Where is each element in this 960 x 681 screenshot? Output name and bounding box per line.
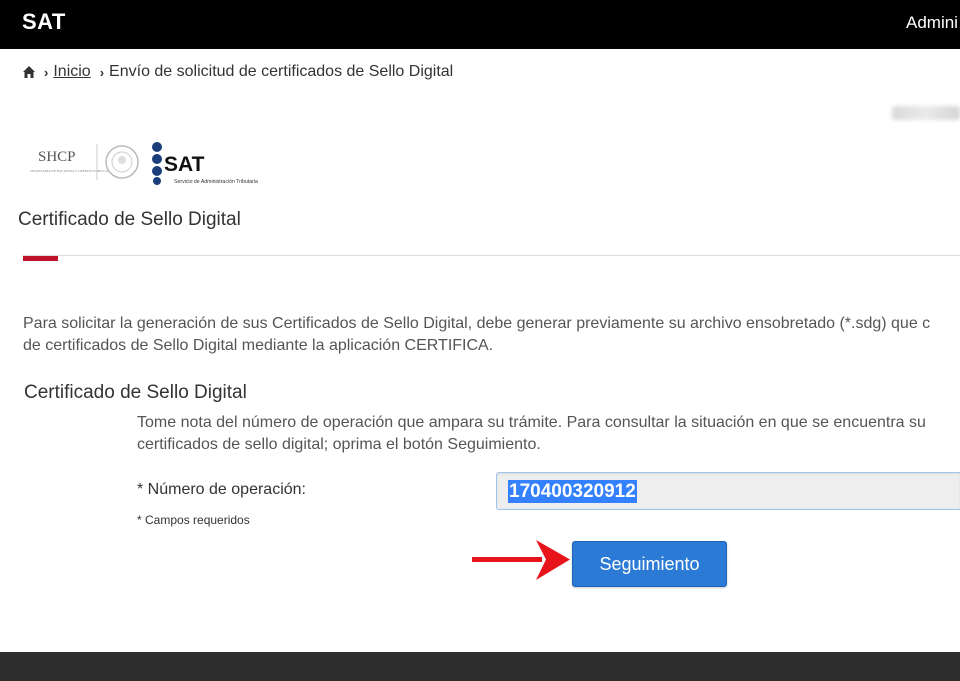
- chevron-right-icon: ›: [44, 64, 49, 80]
- red-arrow-annotation: [472, 540, 570, 580]
- blurred-user-info: [892, 106, 960, 120]
- note-line-1: Tome nota del número de operación que am…: [137, 414, 926, 431]
- note-line-2: certificados de sello digital; oprima el…: [137, 436, 541, 453]
- sat-logo-subtitle: Servicio de Administración Tributaria: [174, 179, 258, 185]
- brand-logo[interactable]: SAT: [22, 9, 66, 35]
- seguimiento-button[interactable]: Seguimiento: [572, 541, 727, 587]
- required-fields-note: * Campos requeridos: [137, 513, 250, 527]
- title-divider: [23, 255, 960, 256]
- page-title: Certificado de Sello Digital: [18, 209, 241, 230]
- breadcrumb-home-link[interactable]: Inicio: [53, 63, 90, 81]
- footer-bar: [0, 652, 960, 681]
- breadcrumb-current: Envío de solicitud de certificados de Se…: [109, 63, 454, 80]
- sat-logo-text: SAT: [164, 153, 205, 176]
- operation-number-label: * Número de operación:: [137, 481, 306, 498]
- home-icon[interactable]: [22, 65, 36, 79]
- shcp-logo-text: SHCP: [38, 149, 76, 165]
- title-accent-bar: [23, 256, 58, 261]
- breadcrumb: › Inicio › Envío de solicitud de certifi…: [22, 63, 453, 81]
- intro-line-1: Para solicitar la generación de sus Cert…: [23, 315, 931, 332]
- admin-menu[interactable]: Admini: [906, 13, 960, 33]
- operation-number-selected-text: 170400320912: [508, 480, 637, 503]
- intro-text: Para solicitar la generación de sus Cert…: [23, 313, 960, 357]
- section-title: Certificado de Sello Digital: [24, 382, 247, 403]
- instruction-note: Tome nota del número de operación que am…: [137, 412, 960, 456]
- chevron-right-icon: ›: [99, 64, 105, 80]
- government-logos: SHCP SECRETARÍA DE HACIENDA Y CRÉDITO PÚ…: [30, 142, 258, 185]
- sat-logo-icon: [152, 142, 162, 152]
- top-navbar: SAT Admini: [0, 0, 960, 49]
- intro-line-2: de certificados de Sello Digital mediant…: [23, 337, 494, 354]
